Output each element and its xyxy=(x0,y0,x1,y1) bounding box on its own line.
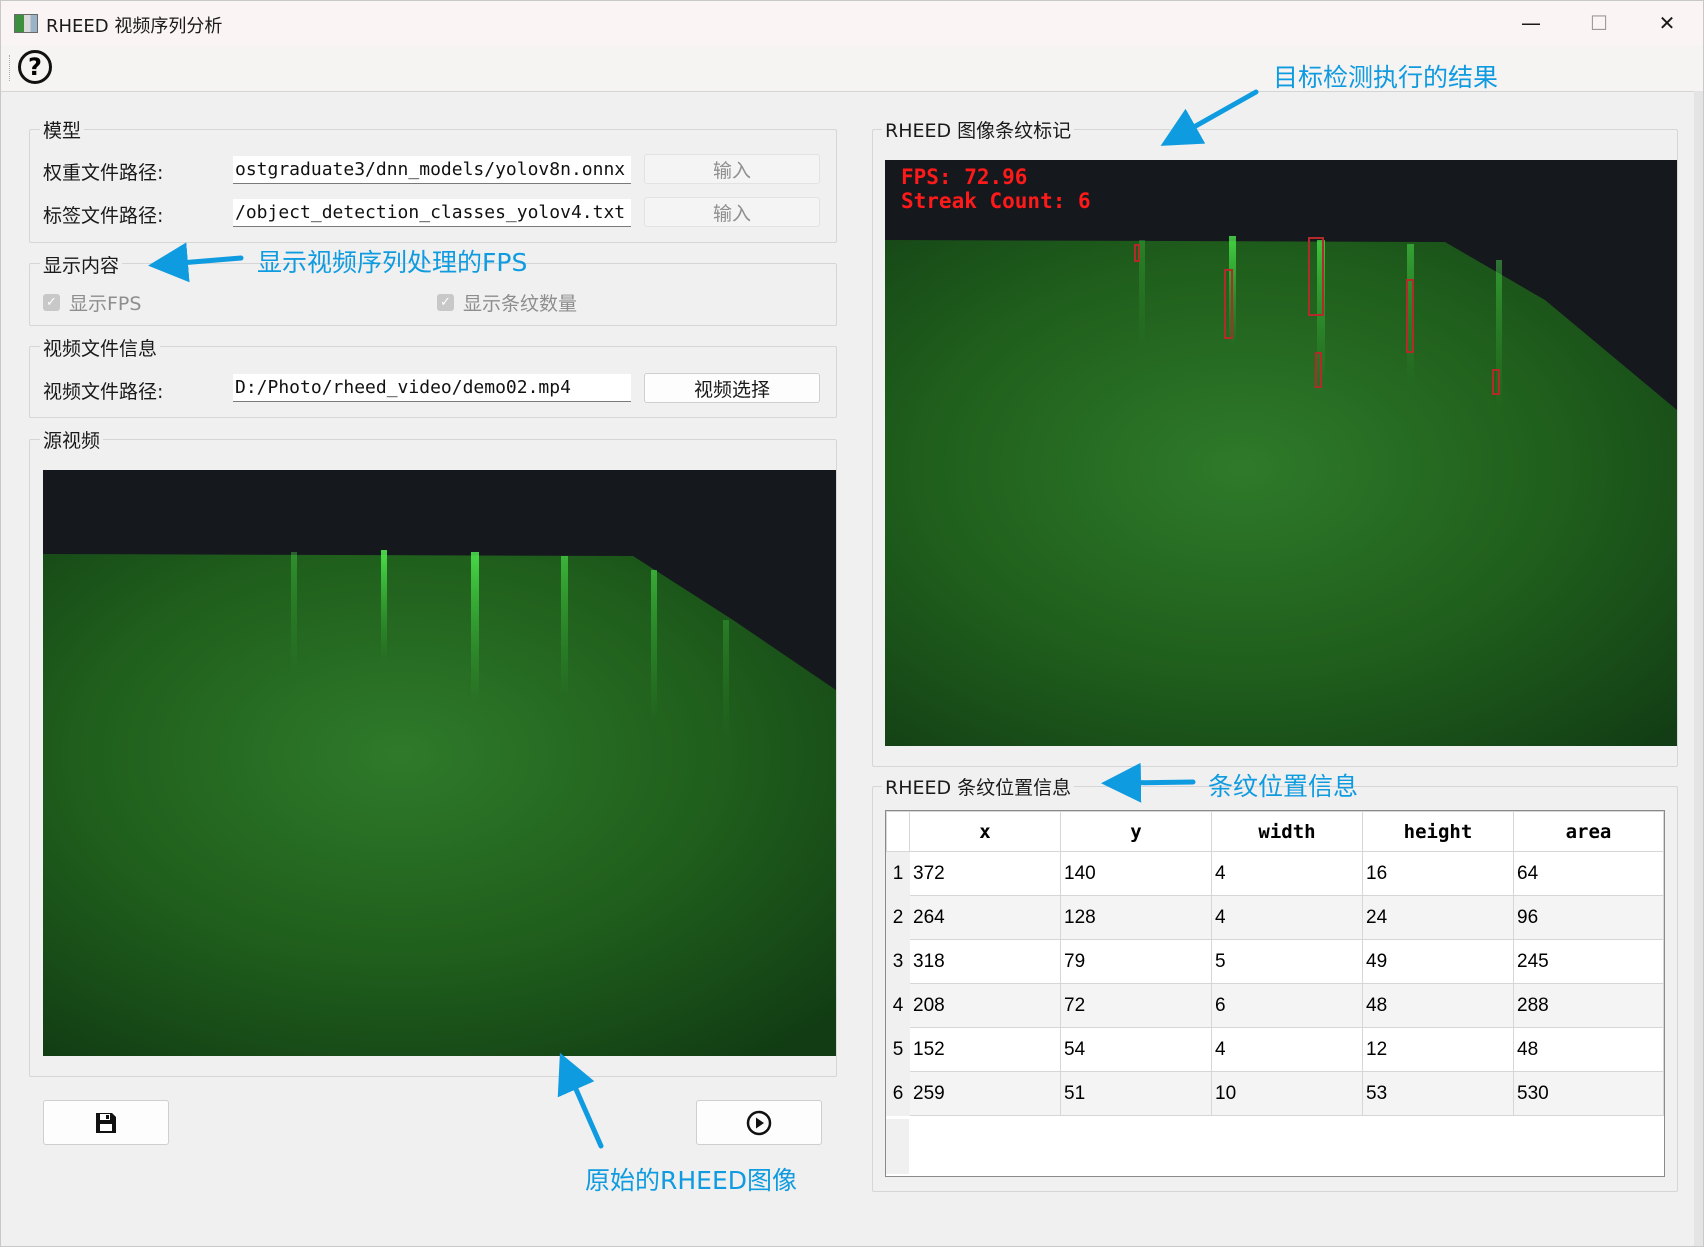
arrow-to-position-group xyxy=(1101,762,1196,803)
app-window: RHEED 视频序列分析 — ☐ ✕ ? 模型 权重文件路径: ostgradu… xyxy=(0,0,1704,1247)
arrow-to-source-video xyxy=(557,1052,604,1149)
arrow-to-display-group xyxy=(148,242,244,283)
annotation-arrows xyxy=(148,89,1259,1149)
arrow-to-marked-image xyxy=(1160,89,1259,146)
